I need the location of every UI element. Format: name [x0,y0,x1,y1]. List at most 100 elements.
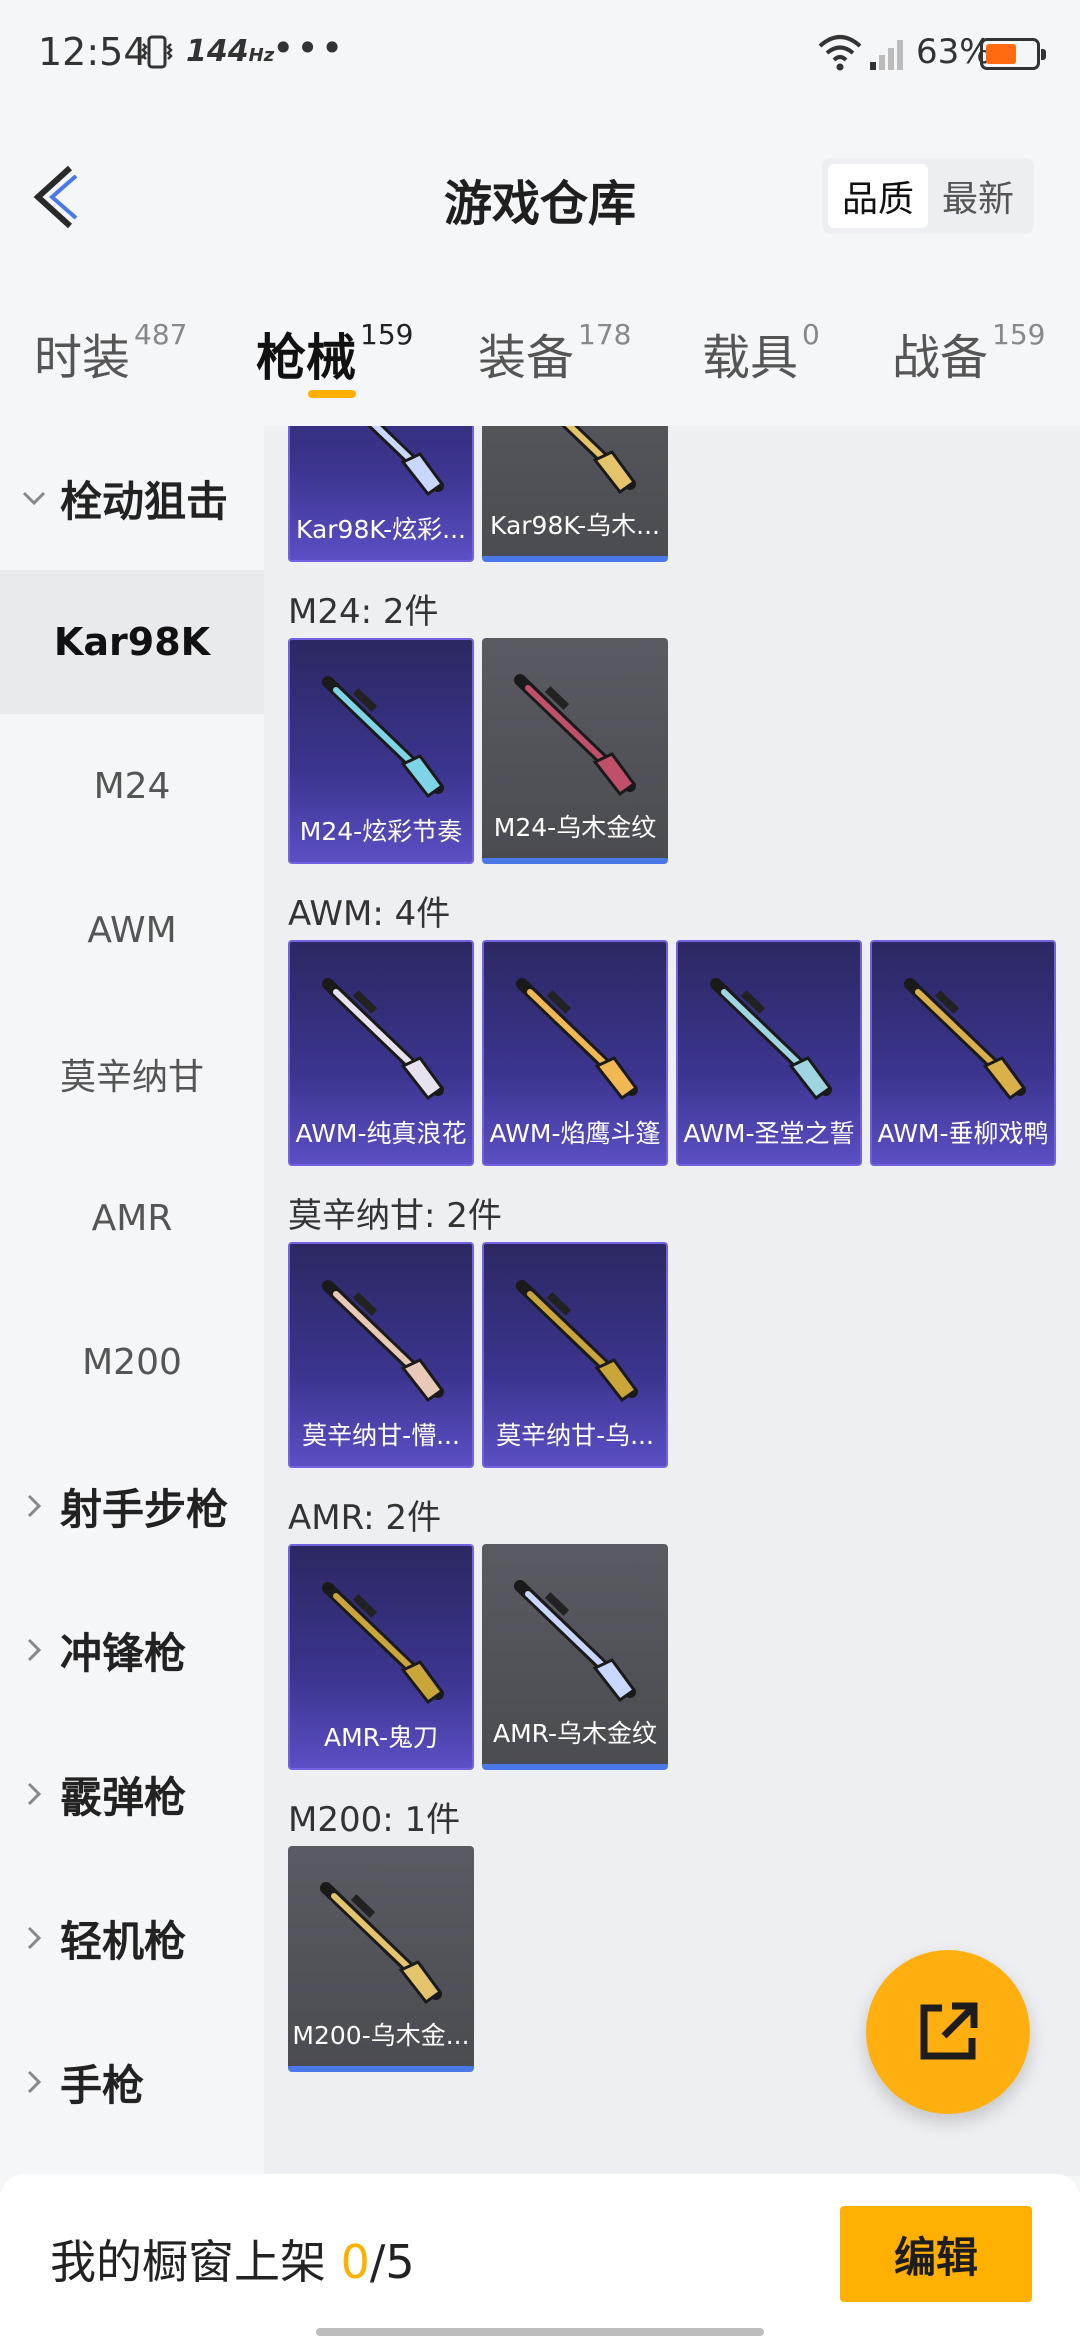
weapon-card[interactable]: M24-乌木金纹 [482,638,668,864]
sidebar-group-label: 霰弹枪 [60,1772,187,1822]
weapon-card[interactable]: 莫辛纳甘-懵... [288,1242,474,1468]
tab-fashion[interactable]: 时装 487 [34,318,187,388]
weapon-card[interactable]: AMR-乌木金纹 [482,1544,668,1770]
rifle-icon [322,1280,445,1403]
rifle-icon [516,1280,639,1403]
weapon-card[interactable]: AWM-焰鹰斗篷 [482,940,668,1166]
sidebar-item-m200[interactable]: M200 [0,1290,264,1434]
tab-vehicles[interactable]: 载具 0 [702,318,820,388]
weapon-card-name: AWM-纯真浪花 [295,1119,467,1148]
more-notifications-icon: ••• [272,26,346,70]
sidebar-group-smg[interactable]: 冲锋枪 [0,1578,264,1722]
chevron-down-icon [22,491,46,506]
weapon-card[interactable]: M200-乌木金... [288,1846,474,2072]
weapon-card-name: M24-乌木金纹 [493,813,657,842]
sniper-rifle-icon [710,978,833,1101]
weapon-card[interactable]: 莫辛纳甘-乌... [482,1242,668,1468]
signal-icon [870,40,903,70]
weapon-card-name: 莫辛纳甘-懵... [302,1421,460,1450]
refresh-rate: 144Hz [186,34,275,69]
chevron-right-icon [27,1926,42,1950]
weapon-card-name: AMR-乌木金纹 [492,1719,658,1748]
weapon-card-name: 莫辛纳甘-乌... [496,1421,654,1450]
sidebar-group-label: 栓动狙击 [60,476,229,526]
sidebar-group-label: 冲锋枪 [60,1628,187,1678]
sidebar: 栓动狙击 Kar98K M24 AWM 莫辛纳甘 AMR M200 射手步枪 冲… [0,426,264,2176]
tab-gear[interactable]: 战备 159 [892,318,1045,388]
tab-label: 枪械 [256,329,356,387]
battery-icon [980,38,1046,70]
sort-quality-button[interactable]: 品质 [828,164,928,228]
weapon-card[interactable]: AWM-圣堂之誓 [676,940,862,1166]
share-button[interactable] [866,1950,1030,2114]
sidebar-item-amr[interactable]: AMR [0,1146,264,1290]
weapon-card-name: AWM-焰鹰斗篷 [489,1119,661,1148]
weapon-card[interactable]: AWM-纯真浪花 [288,940,474,1166]
sidebar-group-label: 轻机枪 [60,1916,187,1966]
sidebar-group-sniper[interactable]: 栓动狙击 [0,426,264,570]
weapon-card-name: AWM-圣堂之誓 [683,1119,855,1148]
sidebar-group-label: 射手步枪 [60,1484,229,1534]
rifle-icon [367,426,445,497]
rifle-icon [322,676,445,799]
section-title: M24: 2件 [288,592,439,632]
sidebar-group-label: 手枪 [60,2060,145,2110]
sniper-rifle-icon [514,1580,637,1703]
section-title: 莫辛纳甘: 2件 [288,1196,502,1236]
showcase-status: 我的橱窗上架 0/5 [50,2226,415,2292]
sidebar-item-kar98k[interactable]: Kar98K [0,570,264,714]
weapon-card[interactable]: Kar98K-乌木... [482,426,668,562]
tab-label: 时装 [34,330,131,386]
weapon-card-name: Kar98K-炫彩... [296,515,466,544]
showcase-label: 我的橱窗上架 [50,2235,326,2289]
sidebar-group-shotgun[interactable]: 霰弹枪 [0,1722,264,1866]
tab-guns[interactable]: 枪械 159 [256,318,413,390]
sniper-rifle-icon [516,978,639,1101]
sidebar-group-lmg[interactable]: 轻机枪 [0,1866,264,2010]
sniper-rifle-icon [322,978,445,1101]
sidebar-item-awm[interactable]: AWM [0,858,264,1002]
tab-equipment[interactable]: 装备 178 [478,318,631,388]
sidebar-group-dmr[interactable]: 射手步枪 [0,1434,264,1578]
sidebar-item-m24[interactable]: M24 [0,714,264,858]
status-bar: 12:54 144Hz ••• 63% [0,0,1080,110]
chevron-right-icon [27,1782,42,1806]
section-title: AWM: 4件 [288,894,451,934]
weapon-card-name: M200-乌木金... [292,2021,470,2050]
chevron-right-icon [27,1494,42,1518]
external-link-icon [920,2002,978,2060]
weapon-card[interactable]: Kar98K-炫彩... [288,426,474,562]
sort-toggle: 品质 最新 [822,158,1034,234]
tab-count: 487 [134,318,188,351]
header: 游戏仓库 品质 最新 [0,140,1080,250]
weapon-card[interactable]: AMR-鬼刀 [288,1544,474,1770]
category-tabs: 时装 487 枪械 159 装备 178 载具 0 战备 159 [0,300,1080,420]
weapon-card[interactable]: M24-炫彩节奏 [288,638,474,864]
rifle-icon [561,426,637,495]
bottom-bar: 我的橱窗上架 0/5 编辑 [0,2174,1080,2340]
weapon-card-name: M24-炫彩节奏 [299,817,463,846]
sniper-rifle-icon [320,1882,443,2005]
wifi-icon [818,35,862,71]
weapon-card-name: AWM-垂柳戏鸭 [877,1119,1049,1148]
sidebar-item-mosin[interactable]: 莫辛纳甘 [0,1002,264,1146]
weapon-card-name: AMR-鬼刀 [323,1723,439,1752]
section-title: AMR: 2件 [288,1498,442,1538]
chevron-right-icon [27,1638,42,1662]
active-tab-indicator [308,390,356,398]
tab-label: 战备 [892,330,989,386]
sort-newest-button[interactable]: 最新 [928,164,1028,228]
status-time: 12:54 [38,30,148,74]
edit-button[interactable]: 编辑 [840,2206,1032,2302]
weapon-grid: Kar98K-炫彩... Kar98K-乌木... M24: 2件 M24-炫彩节奏 M… [264,426,1080,2176]
tab-count: 178 [578,318,632,351]
tab-count: 159 [360,318,414,351]
rifle-icon [514,674,637,797]
weapon-card[interactable]: AWM-垂柳戏鸭 [870,940,1056,1166]
showcase-total: /5 [369,2235,415,2289]
section-title: M200: 1件 [288,1800,461,1840]
tab-label: 载具 [702,330,799,386]
sniper-rifle-icon [322,1582,445,1705]
sidebar-group-pistol[interactable]: 手枪 [0,2010,264,2154]
home-indicator[interactable] [316,2328,764,2336]
